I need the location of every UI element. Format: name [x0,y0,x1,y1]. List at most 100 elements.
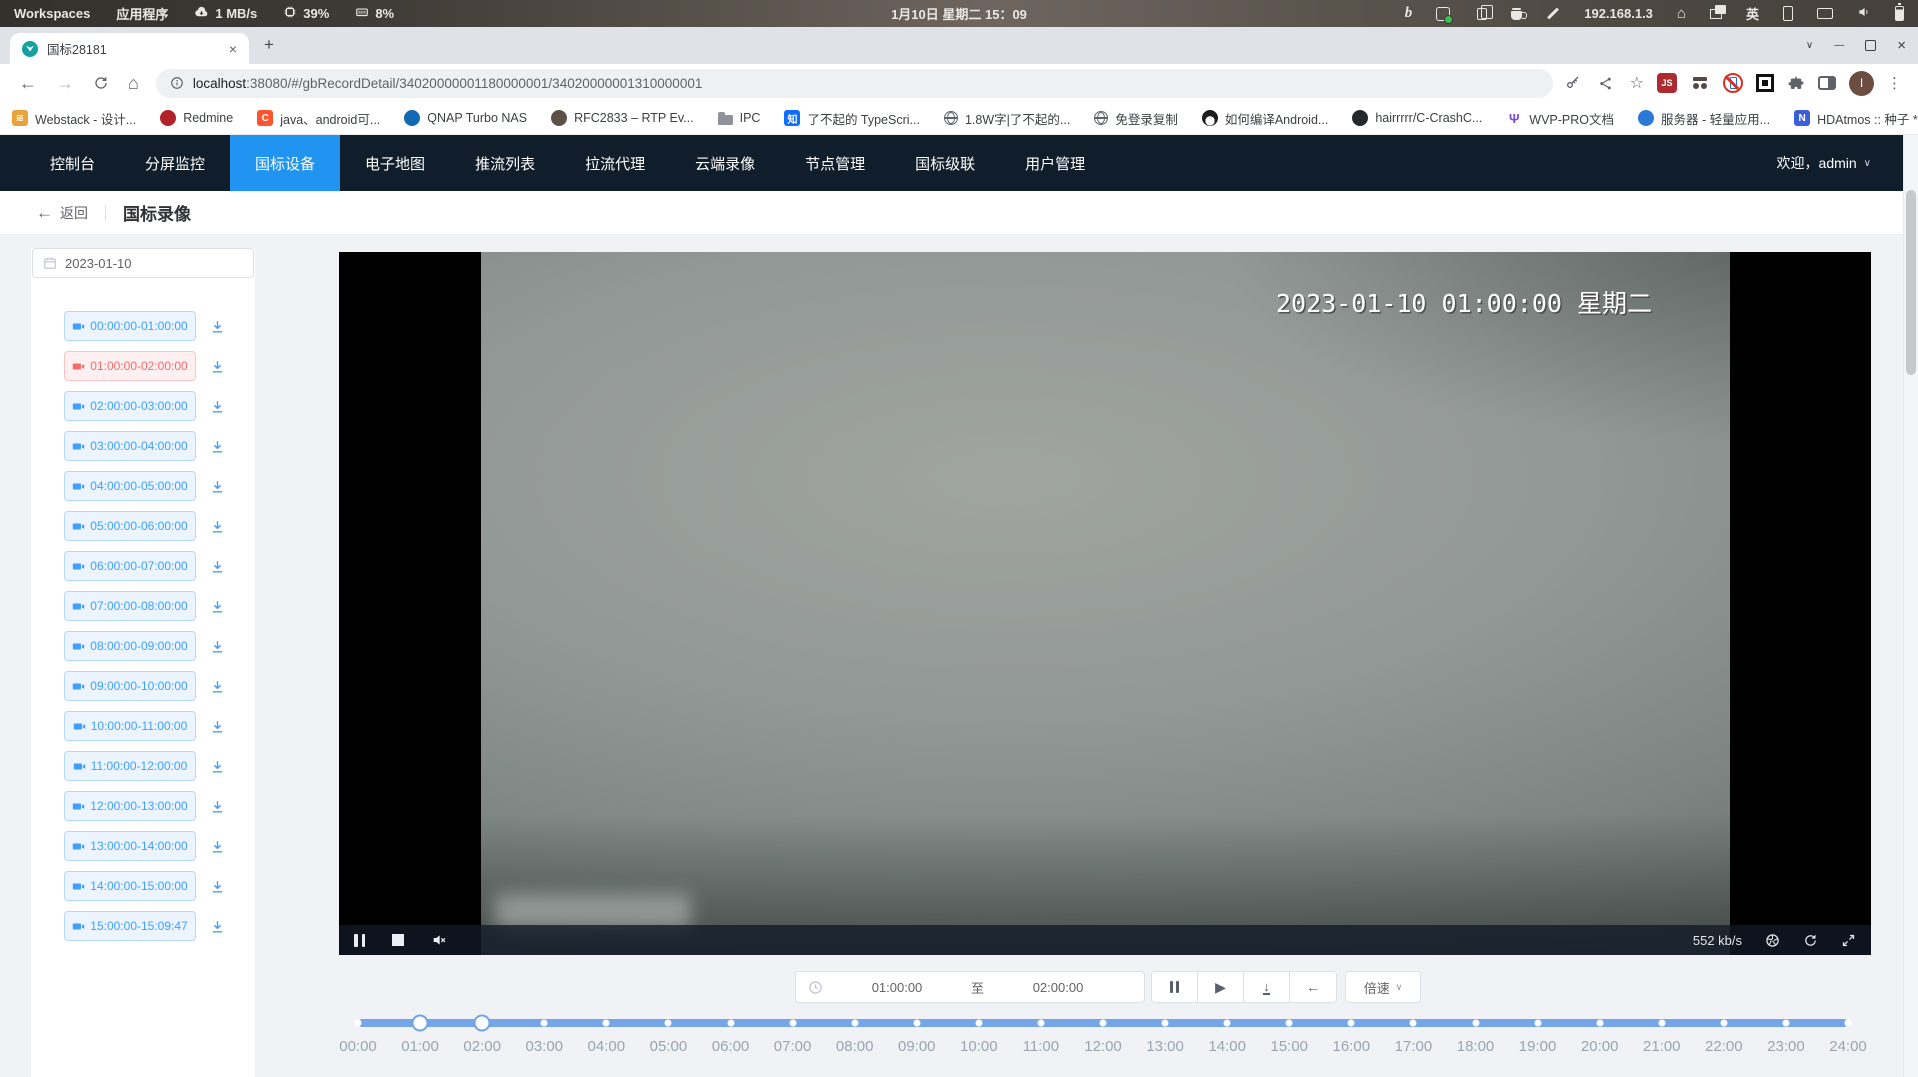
black-square-extension-icon[interactable] [1756,74,1774,92]
page-scrollbar[interactable] [1903,135,1918,1077]
snapshot-icon[interactable] [1765,933,1780,948]
volume-icon[interactable] [1857,5,1871,22]
window-maximize-button[interactable] [1865,40,1876,51]
segment-download-button[interactable] [207,876,227,896]
segment-button[interactable]: 12:00:00-13:00:00 [64,791,196,821]
caffeine-tray-icon[interactable] [1511,11,1522,20]
tool-tray-icon[interactable] [1547,7,1559,19]
browser-tab[interactable]: 国标28181 × [10,33,249,64]
window-close-button[interactable]: × [1897,37,1906,54]
bookmark-star-icon[interactable]: ☆ [1630,73,1644,93]
nav-item-2[interactable]: 分屏监控 [120,135,230,191]
bookmark-item[interactable]: 如何编译Android... [1202,109,1329,128]
browser-back-button[interactable]: ← [19,74,37,92]
nav-item-7[interactable]: 云端录像 [670,135,780,191]
date-picker-input[interactable]: 2023-01-10 [32,248,254,278]
player-mute-icon[interactable] [431,932,447,948]
segment-download-button[interactable] [207,756,227,776]
clock-menu[interactable]: 1月10日 星期二 15：09 [891,4,1027,23]
segment-button[interactable]: 14:00:00-15:00:00 [64,871,196,901]
segment-download-button[interactable] [207,476,227,496]
home-tray-icon[interactable]: ⌂ [1677,6,1686,21]
profile-avatar[interactable]: I [1849,71,1874,96]
scrollbar-thumb[interactable] [1906,190,1916,375]
ip-address-indicator[interactable]: 192.168.1.3 [1584,6,1653,21]
time-range-input[interactable]: 01:00:00 至 02:00:00 [795,971,1145,1003]
window-minimize-button[interactable]: — [1834,40,1844,51]
bookmark-item[interactable]: 1.8W字|了不起的... [944,109,1070,128]
segment-button[interactable]: 03:00:00-04:00:00 [64,431,196,461]
segment-download-button[interactable] [207,316,227,336]
side-panel-icon[interactable] [1818,76,1836,90]
segment-download-button[interactable] [207,396,227,416]
segment-download-button[interactable] [207,676,227,696]
nav-item-1[interactable]: 控制台 [25,135,120,191]
bookmark-item[interactable]: 知了不起的 TypeScri... [784,109,920,128]
incognito-extension-icon[interactable] [1690,73,1710,93]
timeline-track[interactable] [358,1019,1848,1027]
segment-download-button[interactable] [207,916,227,936]
reload-button[interactable] [93,75,109,94]
password-key-icon[interactable] [1565,75,1581,91]
segment-button[interactable]: 15:00:00-15:09:47 [64,911,196,941]
player-stop-icon[interactable] [392,934,404,946]
segment-button[interactable]: 05:00:00-06:00:00 [64,511,196,541]
segment-download-button[interactable] [207,556,227,576]
segment-button[interactable]: 02:00:00-03:00:00 [64,391,196,421]
address-bar[interactable]: localhost:38080/#/gbRecordDetail/3402000… [156,69,1553,98]
tab-search-chevron-icon[interactable]: ∨ [1806,40,1813,51]
refresh-icon[interactable] [1803,933,1818,948]
bookmark-item[interactable]: hairrrrr/C-CrashC... [1352,110,1482,126]
nav-item-3[interactable]: 国标设备 [230,135,340,191]
workspaces-button[interactable]: Workspaces [14,6,90,21]
segment-button[interactable]: 08:00:00-09:00:00 [64,631,196,661]
start-time-value[interactable]: 01:00:00 [823,980,971,995]
segment-download-button[interactable] [207,436,227,456]
back-button[interactable]: ← 返回 [36,203,88,223]
browser-home-button[interactable]: ⌂ [128,74,139,92]
segment-button[interactable]: 13:00:00-14:00:00 [64,831,196,861]
segment-button[interactable]: 01:00:00-02:00:00 [64,351,196,381]
video-canvas[interactable]: 2023-01-10 01:00:00 星期二 [481,252,1730,955]
bookmark-item[interactable]: Cjava、android可... [257,109,380,128]
bookmark-item[interactable]: 免登录复制 [1094,109,1178,128]
segment-button[interactable]: 04:00:00-05:00:00 [64,471,196,501]
segment-download-button[interactable] [207,836,227,856]
bookmark-item[interactable]: RFC2833 – RTP Ev... [551,110,694,126]
no-phone-extension-icon[interactable] [1723,73,1743,93]
js-extension-icon[interactable]: JS [1657,73,1677,93]
segment-button[interactable]: 09:00:00-10:00:00 [64,671,196,701]
segment-button[interactable]: 06:00:00-07:00:00 [64,551,196,581]
fullscreen-icon[interactable] [1841,933,1856,948]
bookmark-item[interactable]: 服务器 - 轻量应用... [1638,109,1770,128]
end-time-value[interactable]: 02:00:00 [984,980,1132,995]
bookmark-item[interactable]: NHDAtmos :: 种子 *... [1794,109,1918,128]
nav-item-4[interactable]: 电子地图 [340,135,450,191]
bookmark-item[interactable]: ≋Webstack - 设计... [12,109,136,128]
segment-download-button[interactable] [207,716,227,736]
bookmark-item[interactable]: Redmine [160,110,233,126]
segment-download-button[interactable] [207,796,227,816]
segment-button[interactable]: 07:00:00-08:00:00 [64,591,196,621]
browser-forward-button[interactable]: → [56,74,74,92]
share-icon[interactable] [1598,76,1613,91]
new-tab-button[interactable]: + [264,35,274,55]
seek-back-button[interactable]: ← [1290,972,1336,1002]
segment-download-button[interactable] [207,516,227,536]
bookmark-item[interactable]: IPC [718,111,761,125]
user-menu[interactable]: 欢迎，admin ∨ [1777,153,1903,173]
speed-dropdown-button[interactable]: 倍速 ∨ [1345,971,1421,1003]
display-icon[interactable] [1817,8,1833,19]
pause-button[interactable] [1152,972,1198,1002]
nav-item-8[interactable]: 节点管理 [780,135,890,191]
windows-stack-tray-icon[interactable] [1710,9,1722,19]
bing-tray-icon[interactable]: b [1405,5,1413,22]
nav-item-9[interactable]: 国标级联 [890,135,1000,191]
browser-menu-kebab-icon[interactable]: ⋮ [1887,74,1902,92]
applications-menu[interactable]: 应用程序 [116,4,168,23]
nav-item-6[interactable]: 拉流代理 [560,135,670,191]
bookmark-item[interactable]: ΨWVP-PRO文档 [1506,109,1614,128]
site-info-icon[interactable] [170,76,184,90]
screenshot-app-tray-icon[interactable] [1436,7,1450,21]
segment-button[interactable]: 11:00:00-12:00:00 [64,751,196,781]
